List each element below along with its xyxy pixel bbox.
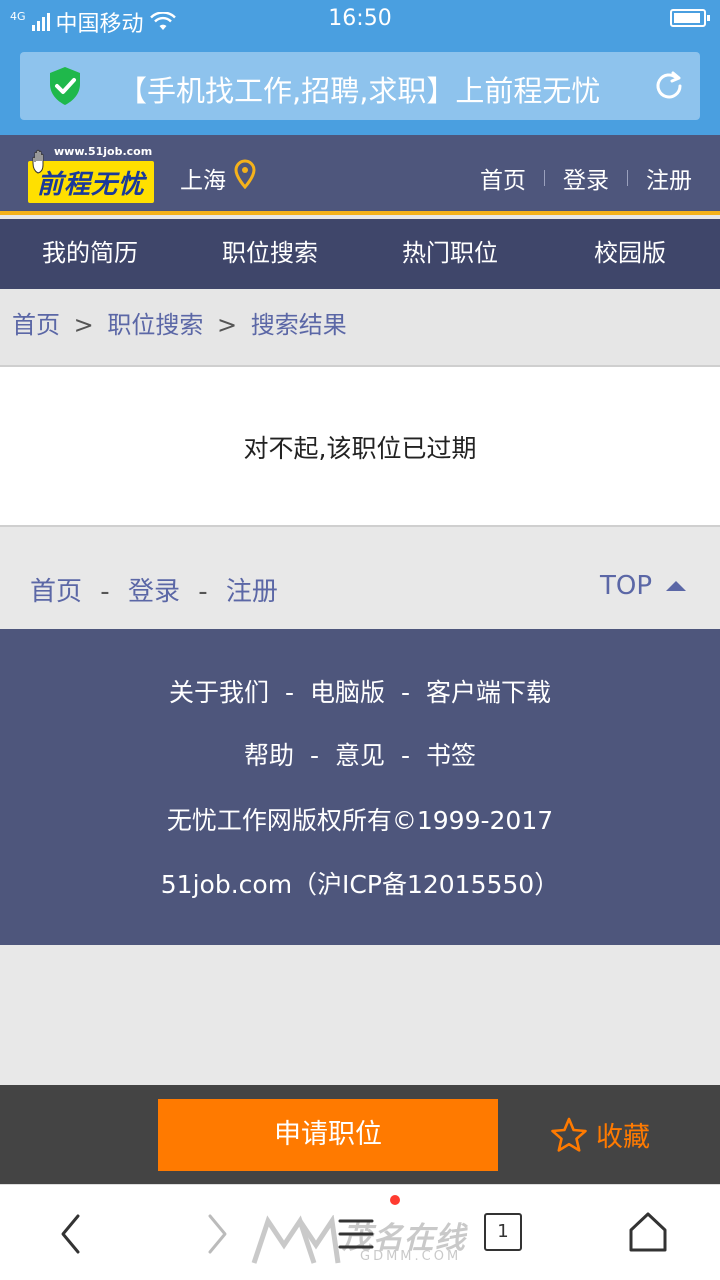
nav-divider [544,170,545,186]
footer-home-link[interactable]: 首页 [30,577,82,607]
apply-job-button[interactable]: 申请职位 [158,1099,498,1171]
url-bar[interactable]: 【手机找工作,招聘,求职】上前程无忧 [20,52,700,120]
footer-nav-links: 首页 - 登录 - 注册 [30,571,278,608]
bookmark-link[interactable]: 书签 [426,741,476,770]
main-content: 对不起,该职位已过期 [0,367,720,527]
favorite-button[interactable]: 收藏 [550,1115,650,1154]
back-to-top-button[interactable]: TOP [600,571,686,601]
breadcrumb-separator: > [73,311,94,339]
status-bar: 4G 中国移动 16:50 [0,0,720,38]
nav-login-link[interactable]: 登录 [563,161,609,195]
logo-text: 前程无忧 [36,169,145,200]
browser-toolbar: 茂名在线 GDMM.COM 1 [0,1184,720,1280]
site-logo[interactable]: www.51job.com 前程无忧 [28,145,154,203]
logo-url: www.51job.com [54,145,153,158]
menu-icon[interactable] [336,1217,376,1251]
notification-dot [390,1195,400,1205]
breadcrumb-job-search[interactable]: 职位搜索 [107,311,203,339]
watermark-subtext: GDMM.COM [360,1249,462,1264]
action-bar: 申请职位 收藏 [0,1085,720,1184]
about-us-link[interactable]: 关于我们 [169,678,269,707]
client-download-link[interactable]: 客户端下载 [426,678,551,707]
menu-campus[interactable]: 校园版 [540,219,720,289]
city-selector[interactable]: 上海 [180,161,226,195]
nav-home-link[interactable]: 首页 [480,161,526,195]
refresh-icon[interactable] [652,69,686,103]
footer-separator: - [100,577,110,607]
footer-info: 关于我们 - 电脑版 - 客户端下载 帮助 - 意见 - 书签 无忧工作网版权所有©1999-2… [0,629,720,945]
breadcrumb-home[interactable]: 首页 [12,311,60,339]
nav-register-link[interactable]: 注册 [646,161,692,195]
breadcrumb: 首页 > 职位搜索 > 搜索结果 [0,289,720,367]
favorite-label: 收藏 [596,1122,650,1153]
footer-login-link[interactable]: 登录 [128,577,180,607]
nav-divider [627,170,628,186]
forward-icon[interactable] [204,1213,230,1255]
page-title-in-url[interactable]: 【手机找工作,招聘,求职】上前程无忧 [118,68,628,110]
help-link[interactable]: 帮助 [244,741,294,770]
breadcrumb-separator: > [217,311,238,339]
menu-my-resume[interactable]: 我的简历 [0,219,180,289]
battery-icon [670,9,710,27]
footer-separator: - [309,741,319,770]
arrow-up-icon [666,581,686,591]
header-nav: 首页 登录 注册 [480,161,692,195]
watermark-m-icon [251,1215,341,1264]
footer-nav: 首页 - 登录 - 注册 TOP [0,529,720,629]
footer-register-link[interactable]: 注册 [226,577,278,607]
expired-message: 对不起,该职位已过期 [243,434,477,463]
feedback-link[interactable]: 意见 [335,741,385,770]
icp-text: 51job.com（沪ICP备12015550） [160,870,560,899]
top-label: TOP [599,571,652,601]
shield-check-icon[interactable] [48,66,82,106]
footer-separator: - [198,577,208,607]
footer-links-row-1: 关于我们 - 电脑版 - 客户端下载 [0,673,720,709]
site-header: www.51job.com 前程无忧 上海 首页 登录 注册 [0,135,720,215]
clock: 16:50 [328,6,392,31]
main-menu: 我的简历 职位搜索 热门职位 校园版 [0,219,720,289]
home-icon[interactable] [628,1211,668,1253]
footer-separator: - [401,678,411,707]
footer-separator: - [401,741,411,770]
menu-job-search[interactable]: 职位搜索 [180,219,360,289]
copyright-text: 无忧工作网版权所有©1999-2017 [166,806,554,835]
breadcrumb-results[interactable]: 搜索结果 [251,311,347,339]
footer-separator: - [284,678,294,707]
browser-url-area: 【手机找工作,招聘,求职】上前程无忧 [0,38,720,135]
hand-icon [32,149,44,174]
star-icon [551,1117,587,1152]
location-pin-icon[interactable] [233,159,257,189]
menu-hot-jobs[interactable]: 热门职位 [360,219,540,289]
back-icon[interactable] [58,1213,84,1255]
footer-links-row-2: 帮助 - 意见 - 书签 [0,736,720,772]
tabs-button[interactable]: 1 [484,1213,522,1251]
pc-version-link[interactable]: 电脑版 [310,678,385,707]
